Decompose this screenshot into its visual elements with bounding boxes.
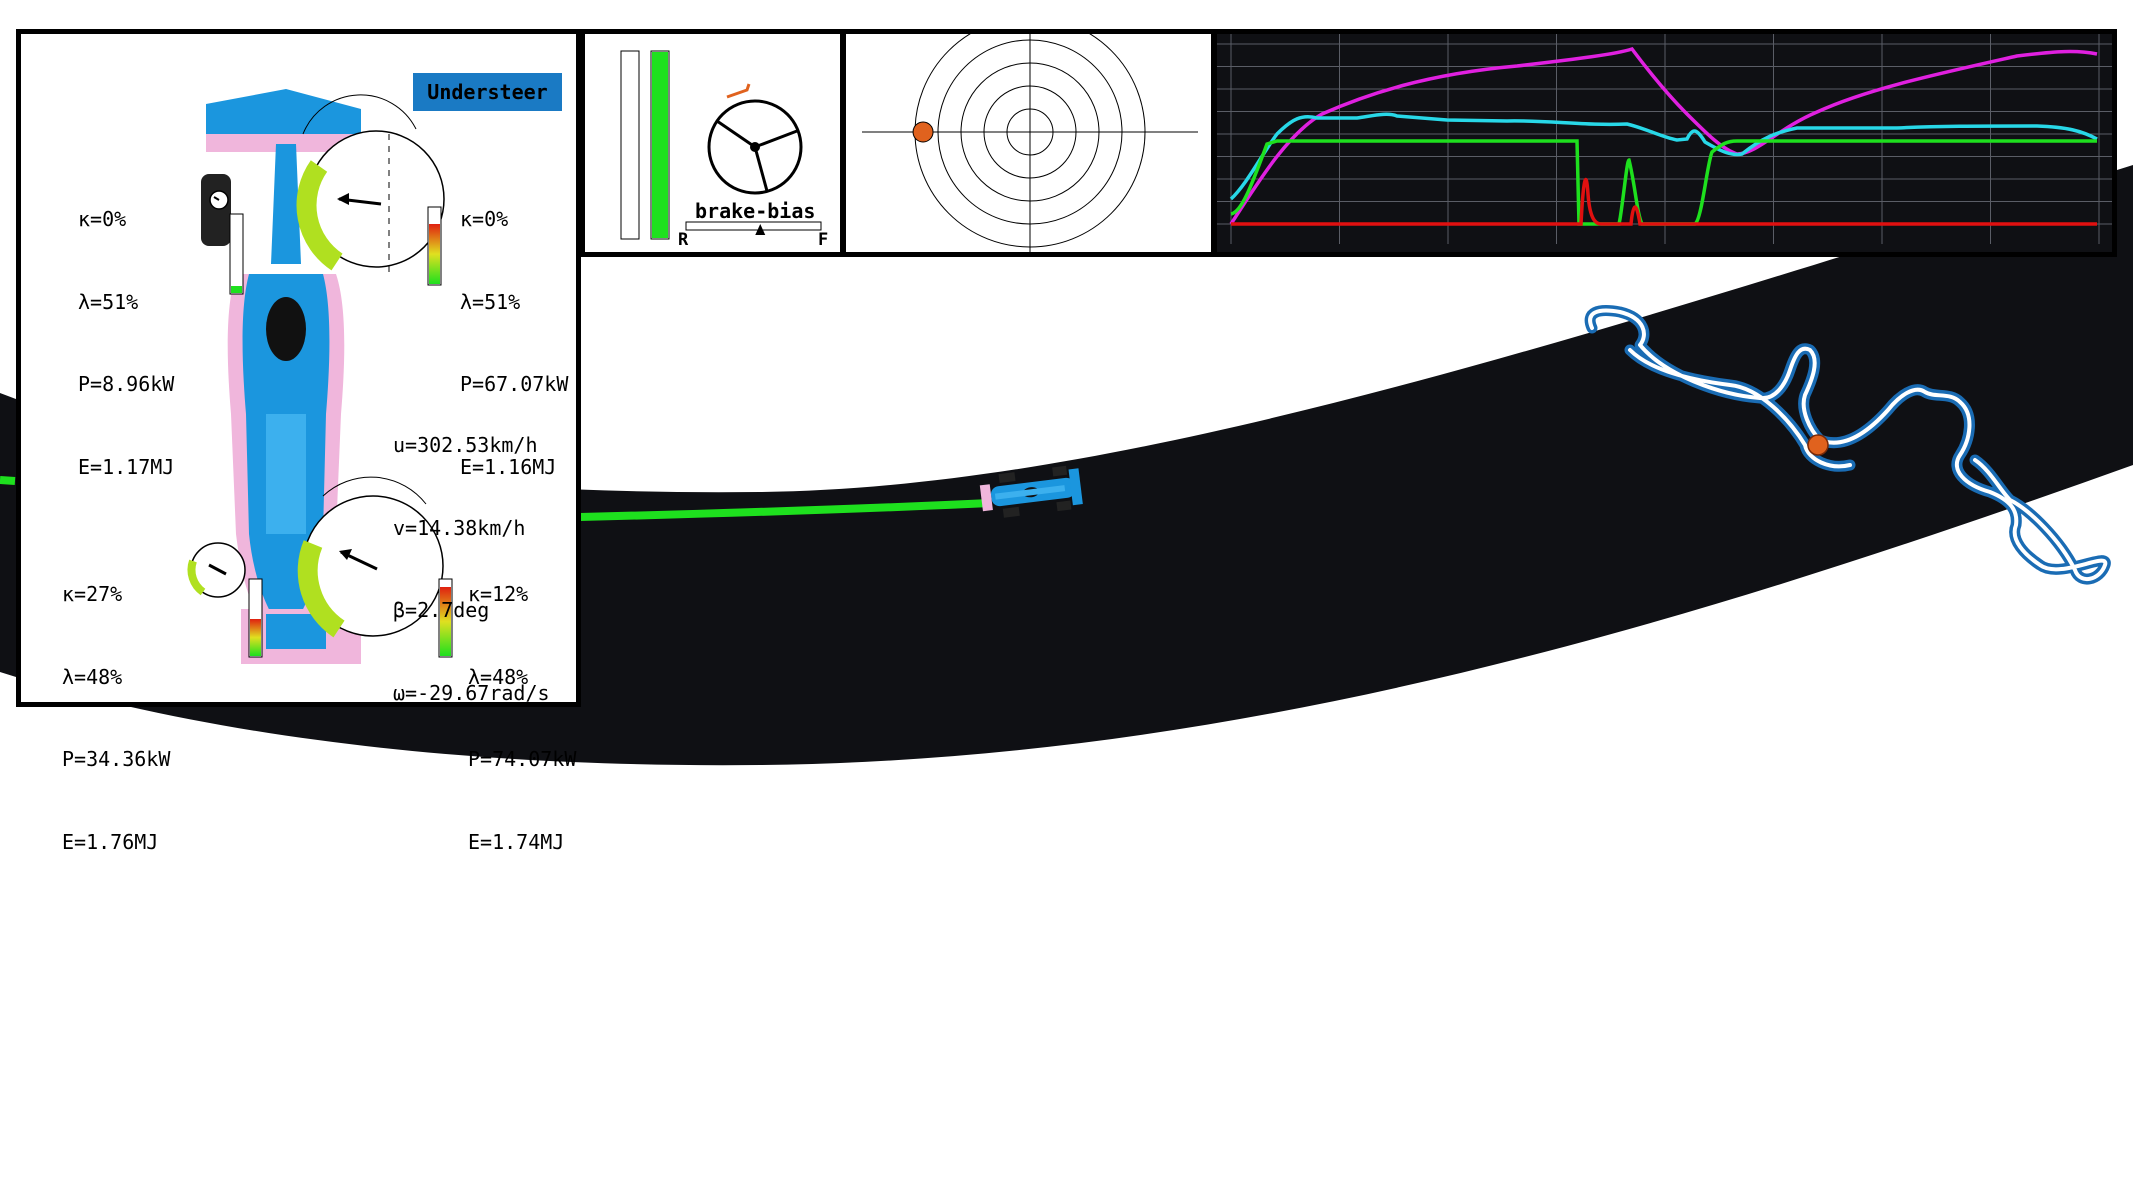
lateral-speed: v=14.38km/h bbox=[393, 515, 526, 540]
gg-diagram bbox=[862, 34, 1198, 252]
rl-slip-ratio: κ=27% bbox=[62, 582, 123, 606]
brake-bias-rear-label: R bbox=[678, 230, 689, 250]
vehicle-state-readout: u=302.53km/h v=14.38km/h β=2.7deg ω=-29.… bbox=[393, 377, 550, 762]
brake-bias-label: brake-bias bbox=[695, 199, 816, 223]
rl-energy: E=1.76MJ bbox=[62, 829, 159, 854]
front-left-tyre-stats: κ=0% λ=51% P=8.96kW E=1.17MJ bbox=[78, 151, 174, 536]
rl-power: P=34.36kW bbox=[62, 747, 171, 771]
brake-bias-front-label: F bbox=[818, 230, 829, 250]
sideslip-angle: β=2.7deg bbox=[393, 598, 490, 622]
brake-bar bbox=[620, 50, 640, 240]
fr-slip-angle: λ=51% bbox=[460, 289, 521, 314]
throttle-trace bbox=[1230, 139, 2097, 226]
gg-diagram-panel bbox=[841, 29, 1216, 257]
tyre-status-panel: Understeer κ=0% λ=51% P=8.96kW E=1.17MJ … bbox=[16, 29, 581, 854]
longitudinal-speed: u=302.53km/h bbox=[393, 433, 538, 457]
brake-bias-scale bbox=[685, 221, 822, 231]
game-viewport: Understeer κ=0% λ=51% P=8.96kW E=1.17MJ … bbox=[0, 0, 2133, 1200]
fr-slip-ratio: κ=0% bbox=[460, 207, 509, 231]
position-marker bbox=[1807, 434, 1829, 456]
telemetry-trace-panel bbox=[1212, 29, 2117, 257]
fl-slip-ratio: κ=0% bbox=[78, 207, 127, 231]
yaw-rate: ω=-29.67rad/s bbox=[393, 680, 550, 705]
steering-wheel-icon bbox=[707, 99, 803, 195]
telemetry-chart bbox=[1217, 34, 2112, 244]
rl-slip-angle: λ=48% bbox=[62, 664, 123, 689]
driver-inputs-panel: brake-bias R F bbox=[580, 29, 845, 257]
gg-current-point bbox=[912, 121, 934, 143]
rr-energy: E=1.74MJ bbox=[468, 829, 565, 854]
fl-slip-angle: λ=51% bbox=[78, 289, 139, 314]
fl-energy: E=1.17MJ bbox=[78, 454, 175, 479]
rear-left-tyre-stats: κ=27% λ=48% P=34.36kW E=1.76MJ bbox=[62, 526, 170, 911]
fl-power: P=8.96kW bbox=[78, 372, 175, 396]
balance-badge: Understeer bbox=[413, 73, 562, 111]
